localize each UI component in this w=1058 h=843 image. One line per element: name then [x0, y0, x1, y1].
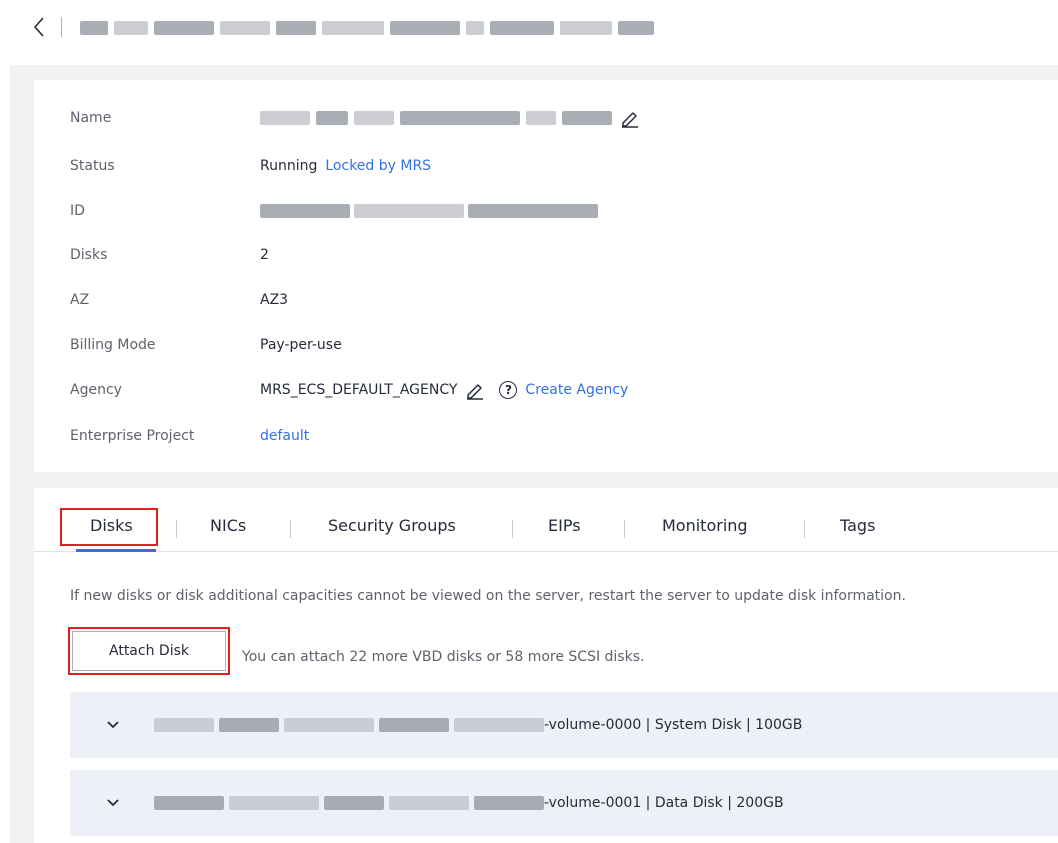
highlight-box-attach-button: [68, 627, 230, 675]
highlight-box-disks-tab: [60, 508, 158, 546]
redacted-text: [354, 204, 464, 218]
tab-separator: [624, 520, 625, 538]
disks-count: 2: [260, 247, 269, 263]
id-value: [260, 204, 598, 218]
create-agency-link[interactable]: Create Agency: [525, 382, 628, 398]
summary-row-enterprise-project: Enterprise Project default: [70, 426, 309, 446]
tab-security-groups[interactable]: Security Groups: [328, 516, 456, 535]
redacted-text: [468, 204, 598, 218]
summary-label: Status: [70, 158, 115, 174]
disk-info: -volume-0001 | Data Disk | 200GB: [544, 795, 784, 811]
summary-row-billing: Billing Mode Pay-per-use: [70, 335, 342, 355]
active-tab-indicator: [76, 549, 156, 552]
enterprise-project-value: default: [260, 428, 309, 444]
back-chevron-icon[interactable]: [33, 16, 45, 38]
page-header: [0, 0, 1058, 56]
redacted-text: [260, 111, 310, 125]
attach-disk-hint: You can attach 22 more VBD disks or 58 m…: [242, 649, 645, 665]
tab-separator: [804, 520, 805, 538]
enterprise-project-link[interactable]: default: [260, 428, 309, 444]
disk-info: -volume-0000 | System Disk | 100GB: [544, 717, 803, 733]
status-value: Running Locked by MRS: [260, 158, 431, 174]
summary-label: Disks: [70, 247, 108, 263]
summary-label: Agency: [70, 382, 122, 398]
tab-tags[interactable]: Tags: [840, 516, 875, 535]
detail-tabs-panel: Disks NICs Security Groups EIPs Monitori…: [34, 488, 1058, 843]
tab-nics[interactable]: NICs: [210, 516, 246, 535]
edit-pencil-icon[interactable]: [620, 108, 640, 128]
disk-row[interactable]: -volume-0001 | Data Disk | 200GB: [70, 770, 1058, 836]
tab-separator: [290, 520, 291, 538]
disk-row[interactable]: -volume-0000 | System Disk | 100GB: [70, 692, 1058, 758]
expand-chevron-icon[interactable]: [106, 720, 120, 730]
tab-separator: [512, 520, 513, 538]
summary-label: ID: [70, 203, 85, 219]
summary-label: Name: [70, 110, 112, 126]
status-text: Running: [260, 158, 318, 174]
tab-bar: Disks NICs Security Groups EIPs Monitori…: [34, 506, 1058, 552]
summary-label: Enterprise Project: [70, 428, 195, 444]
summary-row-az: AZ AZ3: [70, 290, 288, 310]
edit-pencil-icon[interactable]: [465, 380, 485, 400]
summary-row-agency: Agency MRS_ECS_DEFAULT_AGENCY ? Create A…: [70, 380, 628, 400]
redacted-text: [260, 204, 350, 218]
expand-chevron-icon[interactable]: [106, 798, 120, 808]
redacted-text: [400, 111, 520, 125]
agency-value: MRS_ECS_DEFAULT_AGENCY ? Create Agency: [260, 380, 628, 400]
agency-name: MRS_ECS_DEFAULT_AGENCY: [260, 382, 458, 398]
locked-by-mrs-link[interactable]: Locked by MRS: [325, 158, 431, 174]
summary-label: AZ: [70, 292, 90, 308]
back-button[interactable]: [30, 14, 48, 40]
name-value: [260, 108, 640, 128]
redacted-text: [562, 111, 612, 125]
disk-name-redacted: [154, 718, 544, 732]
help-circle-icon[interactable]: ?: [499, 381, 518, 399]
redacted-text: [526, 111, 556, 125]
summary-row-status: Status Running Locked by MRS: [70, 156, 431, 176]
tab-eips[interactable]: EIPs: [548, 516, 581, 535]
billing-mode-value: Pay-per-use: [260, 337, 342, 353]
az-value: AZ3: [260, 292, 289, 308]
tab-separator: [176, 520, 177, 538]
redacted-text: [316, 111, 348, 125]
summary-label: Billing Mode: [70, 337, 156, 353]
summary-row-id: ID: [70, 201, 598, 221]
disk-name-redacted: [154, 796, 544, 810]
tab-monitoring[interactable]: Monitoring: [662, 516, 748, 535]
header-divider: [61, 17, 62, 37]
summary-row-name: Name: [70, 108, 640, 128]
page-title-redacted: [80, 20, 654, 36]
server-summary-panel: Name Status Running Locked by MRS ID Dis…: [34, 80, 1058, 472]
redacted-text: [354, 111, 394, 125]
summary-row-disks: Disks 2: [70, 245, 269, 265]
disk-update-notice: If new disks or disk additional capaciti…: [70, 588, 906, 604]
